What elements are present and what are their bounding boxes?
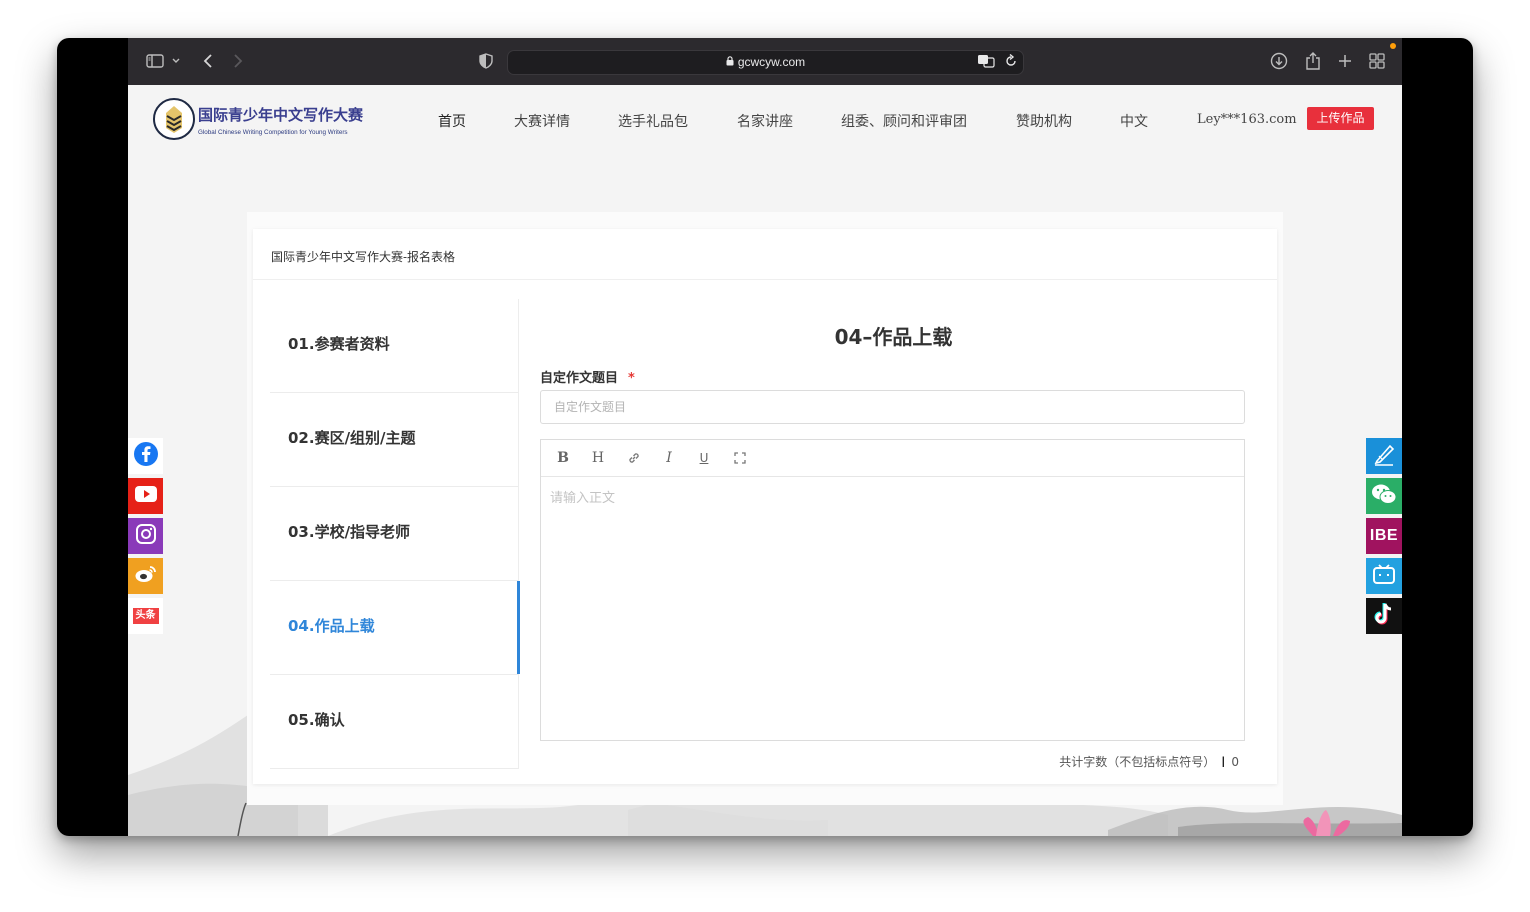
url-text: gcwcyw.com xyxy=(737,55,806,69)
browser-toolbar: gcwcyw.com xyxy=(128,38,1402,86)
youtube-icon xyxy=(134,485,158,507)
step-item-3[interactable]: 03.学校/指导老师 xyxy=(270,487,518,581)
chevron-down-icon[interactable] xyxy=(170,50,182,72)
pen-link[interactable] xyxy=(1366,438,1402,474)
site-logo[interactable]: 国际青少年中文写作大赛 Global Chinese Writing Compe… xyxy=(153,96,363,144)
ibe-icon: IBE xyxy=(1369,527,1399,544)
step-list: 01.参赛者资料 02.赛区/组别/主题 03.学校/指导老师 04.作品上载 … xyxy=(270,299,520,769)
privacy-shield-icon[interactable] xyxy=(476,50,496,72)
bilibili-icon xyxy=(1371,562,1397,590)
nav-sponsors[interactable]: 赞助机构 xyxy=(1016,111,1072,131)
toutiao-icon: 头条 xyxy=(132,608,159,624)
card-header: 国际青少年中文写作大赛-报名表格 xyxy=(253,229,1277,280)
step-item-1[interactable]: 01.参赛者资料 xyxy=(270,299,518,393)
step-label: 05.确认 xyxy=(288,711,345,729)
wechat-icon xyxy=(1370,483,1398,509)
facebook-link[interactable] xyxy=(128,438,163,474)
toutiao-link[interactable]: 头条 xyxy=(128,598,163,634)
instagram-link[interactable] xyxy=(128,518,163,554)
notification-dot xyxy=(1390,43,1396,49)
pen-icon xyxy=(1371,441,1397,471)
rich-text-editor: B H I U xyxy=(540,439,1245,741)
logo-subtitle: Global Chinese Writing Competition for Y… xyxy=(198,129,348,136)
instagram-icon xyxy=(135,523,157,549)
tiktok-link[interactable] xyxy=(1366,598,1402,634)
nav-account[interactable]: Ley***163.com xyxy=(1197,112,1297,127)
registration-card: 国际青少年中文写作大赛-报名表格 01.参赛者资料 02.赛区/组别/主题 03… xyxy=(253,229,1277,784)
site-header: 国际青少年中文写作大赛 Global Chinese Writing Compe… xyxy=(128,85,1402,155)
word-count-label: 共计字数（不包括标点符号） xyxy=(1059,755,1216,769)
browser-window: gcwcyw.com 国际青少年中文写作大赛 Global Chinese Wr… xyxy=(57,38,1473,836)
text-cursor-icon: I xyxy=(1221,755,1226,771)
step-label: 02.赛区/组别/主题 xyxy=(288,429,416,447)
weibo-icon xyxy=(134,564,158,588)
nav-competition-details[interactable]: 大赛详情 xyxy=(514,111,570,131)
underline-icon[interactable]: U xyxy=(694,448,714,468)
address-bar[interactable]: gcwcyw.com xyxy=(507,50,1024,75)
nav-lectures[interactable]: 名家讲座 xyxy=(737,111,793,131)
heading-icon[interactable]: H xyxy=(588,448,608,468)
italic-icon[interactable]: I xyxy=(659,448,679,468)
nav-language[interactable]: 中文 xyxy=(1120,111,1148,131)
step-item-4[interactable]: 04.作品上载 xyxy=(270,581,520,675)
wechat-link[interactable] xyxy=(1366,478,1402,514)
tab-overview-icon[interactable] xyxy=(1366,50,1388,72)
back-icon[interactable] xyxy=(200,50,216,72)
upload-work-button[interactable]: 上传作品 xyxy=(1307,107,1374,130)
editor-toolbar: B H I U xyxy=(541,440,1244,477)
web-page: 国际青少年中文写作大赛 Global Chinese Writing Compe… xyxy=(128,85,1402,836)
form-heading: 04–作品上载 xyxy=(834,325,953,349)
sidebar-toggle-icon[interactable] xyxy=(144,50,166,72)
step-item-2[interactable]: 02.赛区/组别/主题 xyxy=(270,393,518,487)
logo-title: 国际青少年中文写作大赛 xyxy=(198,106,364,124)
link-icon[interactable] xyxy=(624,448,644,468)
reload-icon[interactable] xyxy=(1005,53,1017,71)
essay-body-textarea[interactable] xyxy=(541,477,1244,740)
word-count-value: 0 xyxy=(1231,755,1239,769)
tiktok-icon xyxy=(1373,602,1395,630)
title-field-label: 自定作文题目 * xyxy=(540,367,635,386)
nav-committee[interactable]: 组委、顾问和评审团 xyxy=(841,111,967,131)
required-mark: * xyxy=(628,371,635,386)
step-label: 03.学校/指导老师 xyxy=(288,523,411,541)
new-tab-icon[interactable] xyxy=(1334,50,1356,72)
upload-form: 04–作品上载 自定作文题目 * B H I U xyxy=(540,309,1247,779)
page-title: 国际青少年中文写作大赛-报名表格 xyxy=(271,250,456,264)
word-count: 共计字数（不包括标点符号） I 0 xyxy=(1059,753,1239,771)
translate-icon[interactable] xyxy=(977,54,995,71)
step-label: 04.作品上载 xyxy=(288,617,375,635)
bilibili-link[interactable] xyxy=(1366,558,1402,594)
title-label-text: 自定作文题目 xyxy=(540,371,619,386)
bold-icon[interactable]: B xyxy=(553,448,573,468)
active-step-indicator xyxy=(517,581,520,674)
nav-home[interactable]: 首页 xyxy=(438,111,466,131)
forward-icon[interactable] xyxy=(230,50,246,72)
youtube-link[interactable] xyxy=(128,478,163,514)
weibo-link[interactable] xyxy=(128,558,163,594)
lock-icon xyxy=(726,55,734,69)
ibe-link[interactable]: IBE xyxy=(1366,518,1402,554)
step-label: 01.参赛者资料 xyxy=(288,335,390,353)
step-item-5[interactable]: 05.确认 xyxy=(270,675,518,769)
fullscreen-icon[interactable] xyxy=(730,448,750,468)
download-icon[interactable] xyxy=(1268,50,1290,72)
nav-gift-pack[interactable]: 选手礼品包 xyxy=(618,111,688,131)
essay-title-input[interactable] xyxy=(540,390,1245,424)
facebook-icon xyxy=(133,441,159,471)
logo-emblem-icon xyxy=(153,98,195,140)
share-icon[interactable] xyxy=(1302,50,1324,72)
